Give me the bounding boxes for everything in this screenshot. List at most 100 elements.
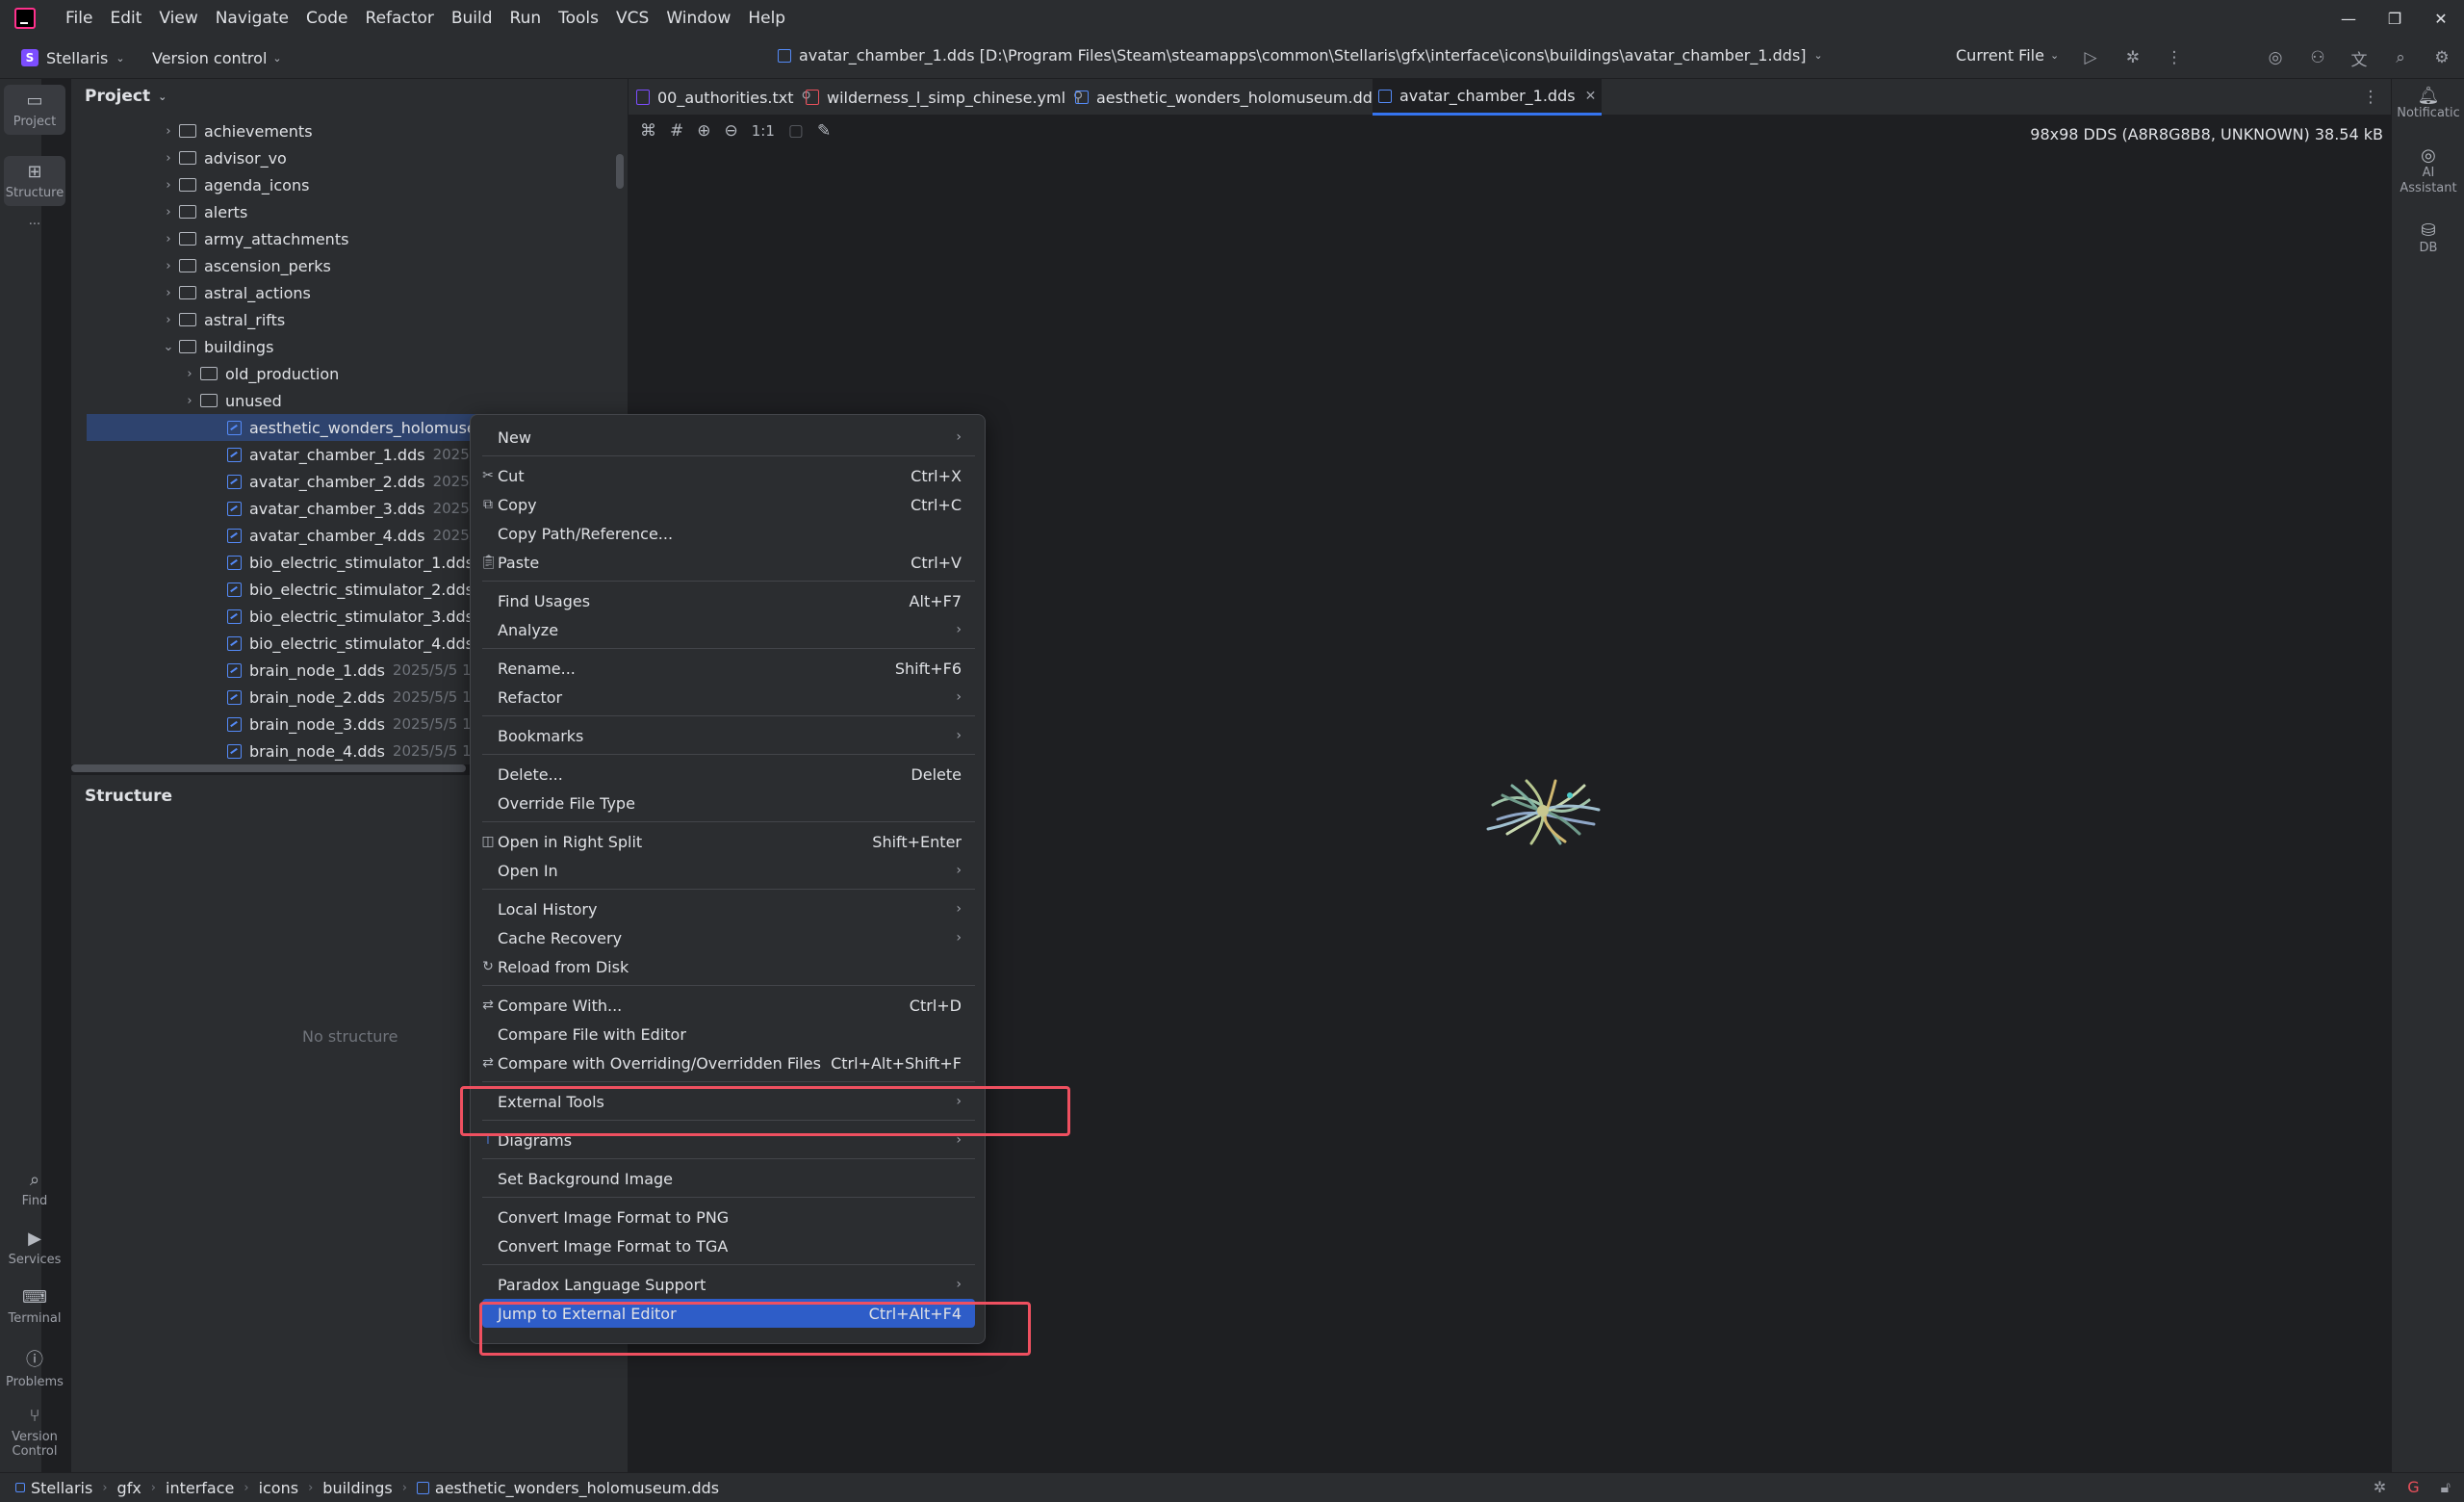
find-tool-button[interactable]: ⌕ Find [4,1170,65,1208]
menu-paradox-language-support[interactable]: Paradox Language Support › [482,1270,975,1299]
menu-file[interactable]: File [57,9,101,28]
menu-open-in[interactable]: Open In › [482,856,975,885]
actual-size-button[interactable]: 1:1 [752,122,775,140]
chevron-right-icon[interactable]: › [158,178,179,193]
tree-file[interactable]: brain_node_2.dds 2025/5/5 16:02, [227,684,508,711]
chevron-right-icon[interactable]: › [158,232,179,246]
menu-refactor[interactable]: Refactor › [482,683,975,712]
account-icon[interactable]: ⚇ [2307,47,2328,68]
breadcrumb-item[interactable]: buildings [322,1479,392,1497]
menu-copy-path[interactable]: Copy Path/Reference... [482,519,975,548]
chevron-right-icon[interactable]: › [179,367,200,381]
project-vertical-scrollbar[interactable] [616,154,624,189]
menu-tools[interactable]: Tools [550,9,607,28]
breadcrumb-item[interactable]: icons [259,1479,299,1497]
menu-navigate[interactable]: Navigate [207,9,297,28]
menu-run[interactable]: Run [501,9,551,28]
chevron-right-icon[interactable]: › [158,259,179,273]
menu-view[interactable]: View [150,9,206,28]
menu-set-background-image[interactable]: Set Background Image [482,1164,975,1193]
tree-folder[interactable]: › achievements [158,117,312,144]
menu-copy[interactable]: ⧉ Copy Ctrl+C [482,490,975,519]
tree-folder[interactable]: › army_attachments [158,225,348,252]
minimize-icon[interactable]: — [2325,0,2372,37]
menu-compare-overriding[interactable]: ⇄ Compare with Overriding/Overridden File… [482,1049,975,1077]
tree-file-selected[interactable]: aesthetic_wonders_holomuseum [87,414,529,441]
menu-help[interactable]: Help [739,9,794,28]
close-tab-icon[interactable]: ✕ [1585,89,1597,104]
search-icon[interactable]: ⌕ [2390,47,2411,68]
menu-local-history[interactable]: Local History › [482,894,975,923]
chevron-down-icon[interactable]: ⌄ [158,340,179,354]
breadcrumb-item[interactable]: aesthetic_wonders_holomuseum.dds [416,1479,719,1497]
database-button[interactable]: ⛁ DB [2392,222,2464,256]
debug-icon[interactable]: ✲ [2122,47,2143,68]
tree-folder[interactable]: › agenda_icons [158,171,309,198]
chevron-right-icon[interactable]: › [179,394,200,408]
chevron-right-icon[interactable]: › [158,286,179,300]
menu-bookmarks[interactable]: Bookmarks › [482,721,975,750]
tree-file[interactable]: avatar_chamber_3.dds 2025/5/5 [227,495,498,522]
menu-build[interactable]: Build [443,9,501,28]
problems-tool-button[interactable]: ⓘ Problems [4,1346,65,1389]
menu-override-file-type[interactable]: Override File Type [482,789,975,817]
project-switcher[interactable]: S Stellaris ⌄ [21,45,125,70]
ai-icon[interactable]: ◎ [2265,47,2286,68]
ai-assistant-button[interactable]: ◎ AI Assistant [2392,147,2464,196]
chevron-right-icon[interactable]: › [158,124,179,139]
more-actions-icon[interactable]: ⋮ [2164,47,2185,68]
tab-wilderness-yml[interactable]: wilderness_l_simp_chinese.yml ⚲ [806,79,1083,116]
menu-open-right-split[interactable]: ◫ Open in Right Split Shift+Enter [481,827,975,856]
tree-folder[interactable]: › alerts [158,198,247,225]
terminal-tool-button[interactable]: ⌨ Terminal [4,1287,65,1326]
tab-holomuseum[interactable]: aesthetic_wonders_holomuseum.dds [1075,79,1380,116]
menu-cache-recovery[interactable]: Cache Recovery › [482,923,975,952]
lock-icon[interactable]: 🔓︎ [2441,1478,2451,1497]
menu-code[interactable]: Code [297,9,357,28]
translate-icon[interactable]: 文 [2348,47,2370,70]
project-tool-button[interactable]: ▭ Project [4,85,65,135]
menu-refactor[interactable]: Refactor [357,9,443,28]
menu-edit[interactable]: Edit [101,9,150,28]
tree-file[interactable]: brain_node_4.dds 2025/5/5 16:03, [227,738,508,764]
tree-file[interactable]: avatar_chamber_2.dds 2025/5/5 [227,468,498,495]
project-horizontal-scrollbar[interactable] [71,764,466,772]
google-icon[interactable]: G [2407,1478,2419,1497]
breadcrumb-item[interactable]: interface [166,1479,234,1497]
menu-reload-from-disk[interactable]: ↻ Reload from Disk [482,952,975,981]
structure-tool-button[interactable]: ⊞ Structure [4,156,65,206]
chevron-right-icon[interactable]: › [158,151,179,166]
file-path-title[interactable]: avatar_chamber_1.dds [D:\Program Files\S… [778,46,1823,65]
menu-compare-with[interactable]: ⇄ Compare With... Ctrl+D [482,991,975,1020]
tab-options-icon[interactable]: ⋮ [2360,87,2381,108]
zoom-out-icon[interactable]: ⊖ [725,121,738,141]
tree-file[interactable]: bio_electric_stimulator_4.dds20 [227,630,500,657]
menu-convert-tga[interactable]: Convert Image Format to TGA [482,1231,975,1260]
tree-folder-expanded[interactable]: ⌄ buildings [158,333,274,360]
app-logo-icon[interactable] [14,8,36,29]
menu-cut[interactable]: ✂ Cut Ctrl+X [482,461,975,490]
menu-rename[interactable]: Rename... Shift+F6 [482,654,975,683]
services-tool-button[interactable]: ▶ Services [4,1229,65,1267]
zoom-in-icon[interactable]: ⊕ [697,121,710,141]
breadcrumb-item[interactable]: gfx [117,1479,141,1497]
tab-avatar-chamber[interactable]: avatar_chamber_1.dds ✕ [1373,79,1603,116]
menu-find-usages[interactable]: Find Usages Alt+F7 [482,586,975,615]
tree-file[interactable]: avatar_chamber_1.dds2025/5/5 1 [227,441,511,468]
version-control-tool-button[interactable]: ⑂ Version Control [4,1406,65,1459]
tree-subfolder[interactable]: › old_production [179,360,339,387]
tree-file[interactable]: brain_node_3.dds 2025/5/5 16:02, [227,711,508,738]
close-window-icon[interactable]: ✕ [2418,0,2464,37]
tree-folder[interactable]: › astral_rifts [158,306,285,333]
tree-folder[interactable]: › ascension_perks [158,252,330,279]
vcs-widget[interactable]: Version control ⌄ [152,45,282,70]
menu-window[interactable]: Window [657,9,739,28]
menu-paste[interactable]: 📋︎ Paste Ctrl+V [480,548,975,577]
tree-folder[interactable]: › astral_actions [158,279,310,306]
tree-file[interactable]: bio_electric_stimulator_2.dds20 [227,576,500,603]
notifications-button[interactable]: 🔔︎ Notificatic [2392,88,2464,121]
chevron-right-icon[interactable]: › [158,313,179,327]
tab-authorities[interactable]: 00_authorities.txt ⚲ [636,79,811,116]
restore-icon[interactable]: ❐ [2372,0,2418,37]
chevron-right-icon[interactable]: › [158,205,179,220]
